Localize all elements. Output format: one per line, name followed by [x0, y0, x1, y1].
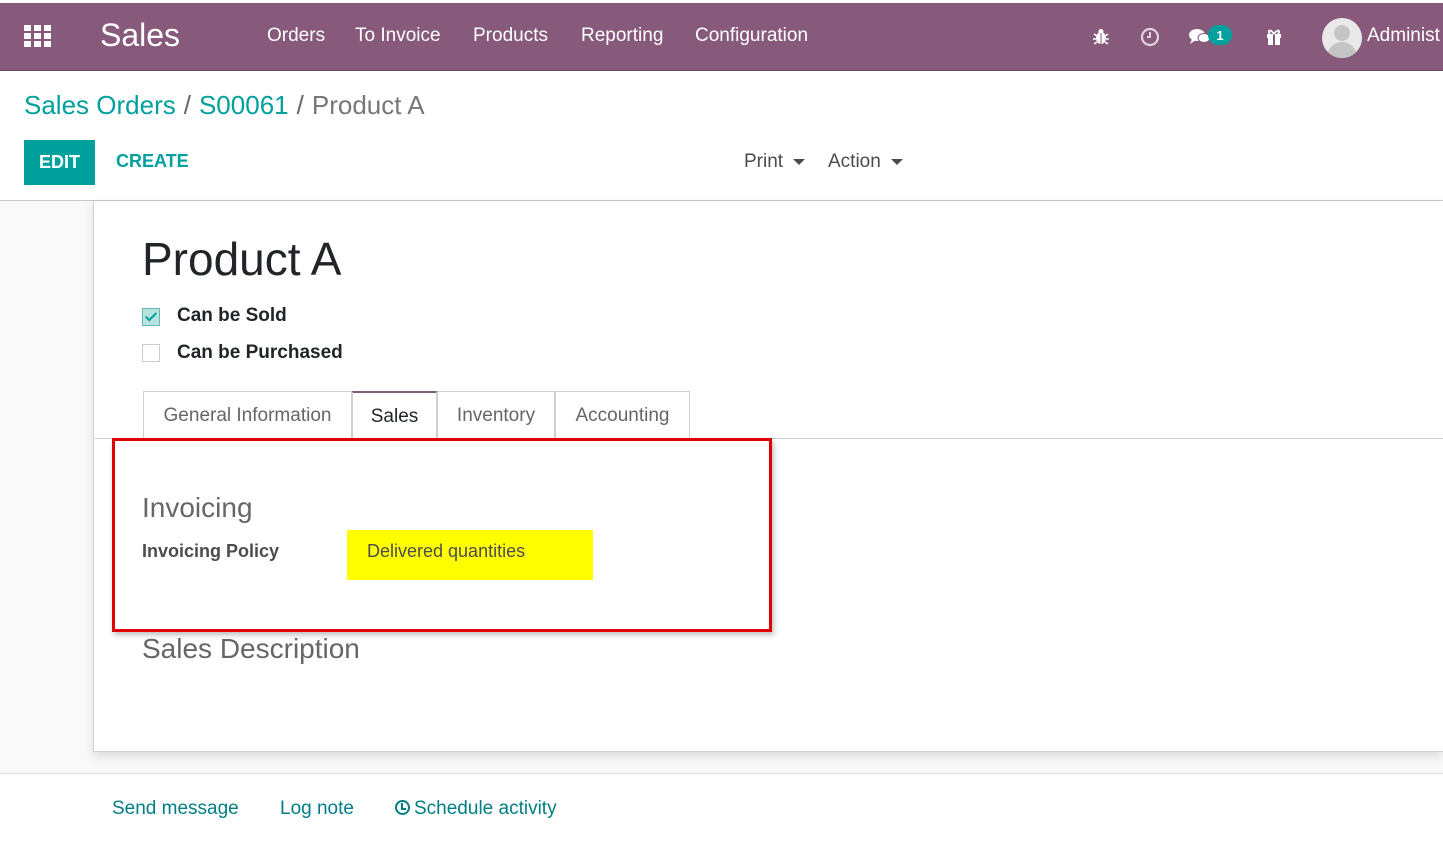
top-navbar: Sales Orders To Invoice Products Reporti…: [0, 3, 1443, 71]
tab-general-information[interactable]: General Information: [143, 391, 352, 439]
menu-to-invoice[interactable]: To Invoice: [355, 25, 441, 47]
schedule-activity-label: Schedule activity: [414, 798, 557, 819]
chevron-down-icon: [793, 158, 806, 165]
breadcrumb-separator: /: [183, 90, 191, 120]
print-dropdown[interactable]: Print: [744, 151, 806, 173]
clock-icon[interactable]: [1138, 25, 1162, 49]
menu-reporting[interactable]: Reporting: [581, 25, 663, 47]
menu-products[interactable]: Products: [473, 25, 548, 47]
send-message-button[interactable]: Send message: [112, 798, 239, 820]
create-button[interactable]: CREATE: [116, 151, 189, 172]
apps-grid-icon[interactable]: [24, 25, 52, 47]
menu-orders[interactable]: Orders: [267, 25, 325, 47]
can-be-purchased-checkbox[interactable]: [142, 344, 160, 362]
message-count-badge: 1: [1208, 25, 1232, 45]
product-name: Product A: [142, 233, 342, 285]
bug-icon[interactable]: [1089, 25, 1113, 49]
breadcrumb: Sales Orders / S00061/Product A: [24, 90, 425, 121]
user-avatar[interactable]: [1322, 18, 1362, 58]
can-be-sold-label[interactable]: Can be Sold: [177, 305, 287, 327]
tab-accounting[interactable]: Accounting: [555, 391, 690, 439]
breadcrumb-current: Product A: [311, 90, 425, 120]
breadcrumb-separator: /: [296, 90, 304, 120]
log-note-button[interactable]: Log note: [280, 798, 354, 820]
menu-configuration[interactable]: Configuration: [695, 25, 808, 47]
chatter-divider: [0, 773, 1443, 774]
gift-icon[interactable]: [1262, 25, 1286, 49]
can-be-sold-checkbox[interactable]: [142, 308, 160, 326]
tab-inventory[interactable]: Inventory: [437, 391, 555, 439]
schedule-activity-button[interactable]: Schedule activity: [395, 798, 557, 820]
user-name[interactable]: Administ: [1367, 25, 1440, 47]
sales-description-title: Sales Description: [142, 633, 360, 664]
action-label: Action: [828, 151, 881, 172]
action-dropdown[interactable]: Action: [828, 151, 903, 173]
chevron-down-icon: [890, 158, 903, 165]
breadcrumb-sales-orders[interactable]: Sales Orders: [24, 90, 176, 120]
clock-icon: [395, 800, 410, 815]
annotation-box: [112, 438, 772, 632]
app-title[interactable]: Sales: [100, 17, 180, 54]
can-be-purchased-label[interactable]: Can be Purchased: [177, 342, 343, 364]
tab-sales[interactable]: Sales: [352, 391, 437, 440]
edit-button[interactable]: EDIT: [24, 140, 95, 185]
breadcrumb-order[interactable]: S00061: [199, 90, 289, 120]
print-label: Print: [744, 151, 784, 172]
